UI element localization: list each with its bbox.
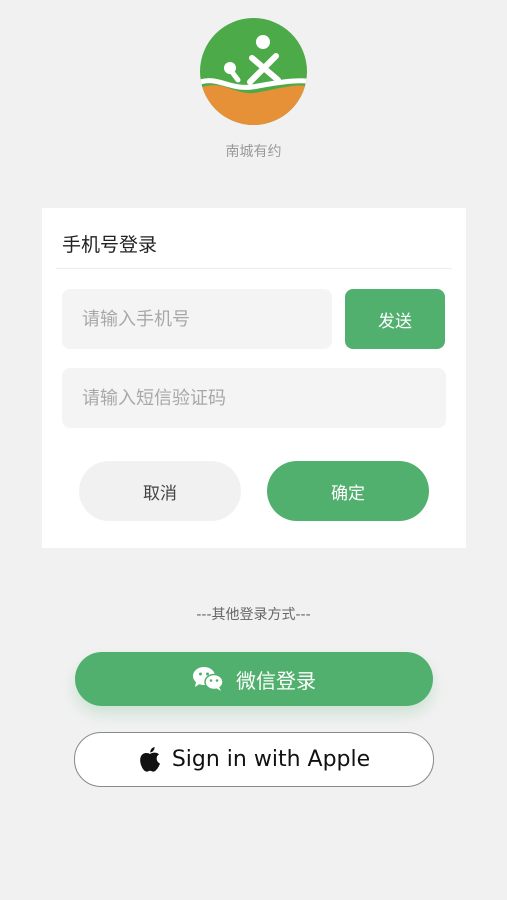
sms-code-input[interactable]	[62, 368, 446, 428]
wechat-icon	[193, 667, 224, 691]
card-title: 手机号登录	[62, 234, 158, 256]
send-code-button[interactable]: 发送	[345, 289, 445, 349]
login-card: 手机号登录 发送 取消 确定	[42, 208, 466, 548]
phone-input[interactable]	[62, 289, 332, 349]
wechat-login-label: 微信登录	[236, 668, 316, 693]
confirm-button[interactable]: 确定	[267, 461, 429, 521]
other-login-divider: ---其他登录方式---	[196, 607, 311, 623]
app-name: 南城有约	[225, 144, 282, 160]
cancel-button[interactable]: 取消	[79, 461, 241, 521]
app-logo	[200, 18, 307, 125]
apple-icon	[140, 746, 160, 772]
apple-login-button[interactable]: Sign in with Apple	[74, 732, 434, 787]
wechat-login-button[interactable]: 微信登录	[75, 652, 433, 706]
apple-login-label: Sign in with Apple	[171, 747, 371, 772]
divider	[56, 268, 452, 269]
